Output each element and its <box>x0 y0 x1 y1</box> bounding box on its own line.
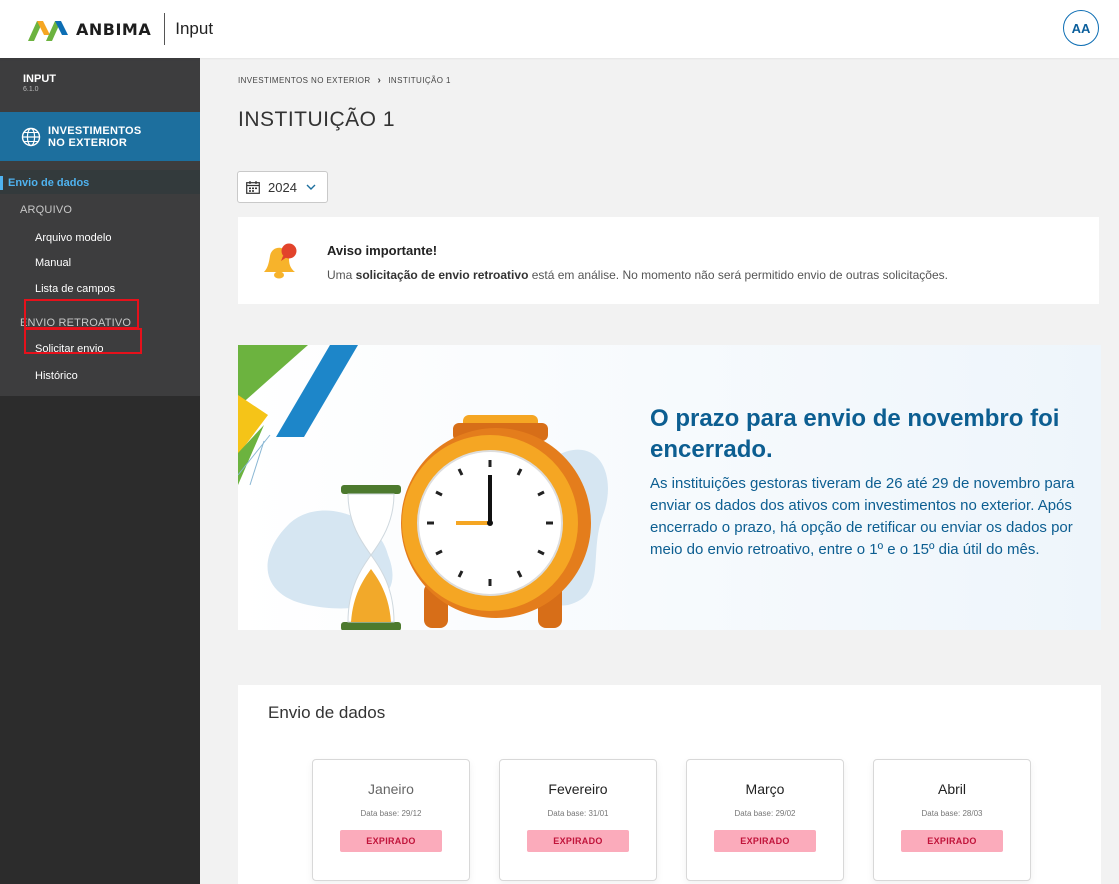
panel-title: Envio de dados <box>268 703 386 722</box>
month-card-marco[interactable]: Março Data base: 29/02 EXPIRADO <box>686 759 844 881</box>
month-base-date: Data base: 31/01 <box>547 809 609 818</box>
module-label: INVESTIMENTOS NO EXTERIOR <box>48 124 142 149</box>
nav-section-arquivo: ARQUIVO <box>20 204 73 216</box>
month-card-janeiro[interactable]: Janeiro Data base: 29/12 EXPIRADO <box>312 759 470 881</box>
status-badge: EXPIRADO <box>901 830 1003 852</box>
nav-item-historico[interactable]: Histórico <box>35 370 78 382</box>
globe-icon <box>21 127 41 146</box>
data-submission-panel: Envio de dados Janeiro Data base: 29/12 … <box>238 685 1101 884</box>
status-badge: EXPIRADO <box>714 830 816 852</box>
page-title: INSTITUIÇÃO 1 <box>238 108 396 131</box>
sidebar-menu: INPUT 6.1.0 INVESTIMENTOS NO EXTERIOR En… <box>0 58 200 396</box>
banner-body: As instituições gestoras tiveram de 26 a… <box>650 475 1075 558</box>
month-name: Abril <box>937 781 966 797</box>
bell-alert-icon <box>264 243 297 279</box>
sidebar: INPUT 6.1.0 INVESTIMENTOS NO EXTERIOR En… <box>0 58 200 884</box>
sidebar-app-name: INPUT <box>23 73 56 85</box>
month-name: Janeiro <box>368 781 414 797</box>
month-base-date: Data base: 29/12 <box>360 809 422 818</box>
month-name: Março <box>745 781 785 797</box>
month-name: Fevereiro <box>548 781 608 797</box>
breadcrumb-item-instituicao: INSTITUIÇÃO 1 <box>388 76 451 85</box>
breadcrumb: INVESTIMENTOS NO EXTERIOR › INSTITUIÇÃO … <box>238 75 451 86</box>
nav-item-manual[interactable]: Manual <box>35 257 71 269</box>
module-investimentos-exterior[interactable]: INVESTIMENTOS NO EXTERIOR <box>0 112 200 161</box>
highlight-box <box>24 299 139 329</box>
status-badge: EXPIRADO <box>340 830 442 852</box>
month-card-fevereiro[interactable]: Fevereiro Data base: 31/01 EXPIRADO <box>499 759 657 881</box>
notice-text: Uma solicitação de envio retroativo está… <box>327 268 948 282</box>
top-bar: ANBIMA Input AA <box>0 0 1119 58</box>
highlight-box <box>24 328 142 354</box>
nav-item-envio-de-dados[interactable]: Envio de dados <box>0 176 89 190</box>
anbima-logo-icon <box>28 21 68 41</box>
month-base-date: Data base: 28/03 <box>921 809 983 818</box>
year-select[interactable]: 2024 <box>237 171 328 203</box>
deadline-banner: O prazo para envio de novembro foi encer… <box>238 345 1101 630</box>
breadcrumb-item-investimentos[interactable]: INVESTIMENTOS NO EXTERIOR <box>238 76 371 85</box>
month-card-abril[interactable]: Abril Data base: 28/03 EXPIRADO <box>873 759 1031 881</box>
month-base-date: Data base: 29/02 <box>734 809 796 818</box>
sidebar-app-version: 6.1.0 <box>23 86 39 93</box>
user-avatar[interactable]: AA <box>1063 10 1099 46</box>
year-select-value: 2024 <box>268 179 297 195</box>
calendar-icon <box>246 180 260 194</box>
notice-title: Aviso importante! <box>327 243 438 258</box>
nav-item-arquivo-modelo[interactable]: Arquivo modelo <box>35 232 111 244</box>
logo-divider <box>164 13 166 45</box>
chevron-right-icon: › <box>377 75 382 86</box>
app-name: Input <box>175 19 214 38</box>
brand-name: ANBIMA <box>76 19 152 39</box>
important-notice: Aviso importante! Uma solicitação de env… <box>238 217 1099 304</box>
status-badge: EXPIRADO <box>527 830 629 852</box>
banner-headline: O prazo para envio de novembro foi encer… <box>650 405 1060 463</box>
nav-item-lista-de-campos[interactable]: Lista de campos <box>35 283 115 295</box>
chevron-down-icon <box>306 184 316 190</box>
